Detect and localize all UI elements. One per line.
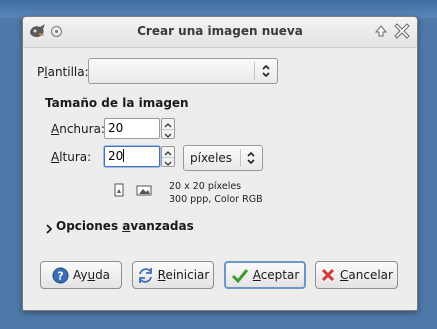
- unit-combo[interactable]: píxeles: [183, 145, 263, 171]
- portrait-icon[interactable]: [112, 183, 126, 197]
- height-stepper[interactable]: [161, 146, 175, 167]
- up-arrow-icon[interactable]: [375, 25, 387, 37]
- cancel-icon: [321, 268, 335, 282]
- cancel-button-label: Cancelar: [340, 268, 393, 282]
- combo-arrows-icon: [262, 64, 270, 78]
- cancel-button[interactable]: Cancelar: [315, 261, 398, 289]
- height-field[interactable]: 20: [104, 146, 160, 167]
- height-label: Altura:: [51, 150, 92, 164]
- template-label: Plantilla:: [37, 65, 89, 79]
- reset-icon: [138, 267, 152, 283]
- template-combo[interactable]: [88, 58, 278, 84]
- combo-separator: [254, 62, 255, 80]
- title-bar[interactable]: Crear una imagen nueva: [23, 17, 417, 48]
- ok-button[interactable]: Aceptar: [224, 261, 306, 289]
- unit-value: píxeles: [190, 151, 233, 165]
- check-icon: [231, 269, 248, 283]
- help-button-label: Ayuda: [72, 268, 111, 282]
- height-decrement[interactable]: [162, 157, 174, 167]
- combo-separator: [240, 149, 241, 167]
- text-cursor: [123, 149, 125, 162]
- ok-button-label: Aceptar: [252, 268, 300, 282]
- svg-text:?: ?: [57, 269, 63, 282]
- width-field[interactable]: 20: [104, 118, 160, 139]
- advanced-options-expander[interactable]: Opciones avanzadas: [56, 219, 194, 233]
- combo-arrows-icon: [247, 151, 255, 165]
- width-decrement[interactable]: [162, 129, 174, 139]
- image-size-title: Tamaño de la imagen: [45, 96, 189, 110]
- chevron-down-icon: [164, 133, 172, 138]
- reset-button-label: Reiniciar: [157, 268, 210, 282]
- reset-button[interactable]: Reiniciar: [132, 261, 214, 289]
- help-button[interactable]: ? Ayuda: [40, 261, 122, 289]
- new-image-dialog: Crear una imagen nueva Plantilla: Tamaño…: [22, 16, 418, 311]
- width-label: Anchura:: [51, 122, 105, 136]
- close-icon[interactable]: [393, 22, 411, 40]
- width-stepper[interactable]: [161, 118, 175, 139]
- image-info-dimensions: 20 x 20 píxeles: [169, 181, 242, 192]
- chevron-right-icon[interactable]: [45, 224, 53, 234]
- help-icon: ?: [52, 267, 69, 283]
- image-info-resolution: 300 ppp, Color RGB: [169, 194, 263, 205]
- landscape-icon[interactable]: [136, 183, 152, 197]
- chevron-down-icon: [164, 161, 172, 166]
- window-title: Crear una imagen nueva: [137, 24, 303, 38]
